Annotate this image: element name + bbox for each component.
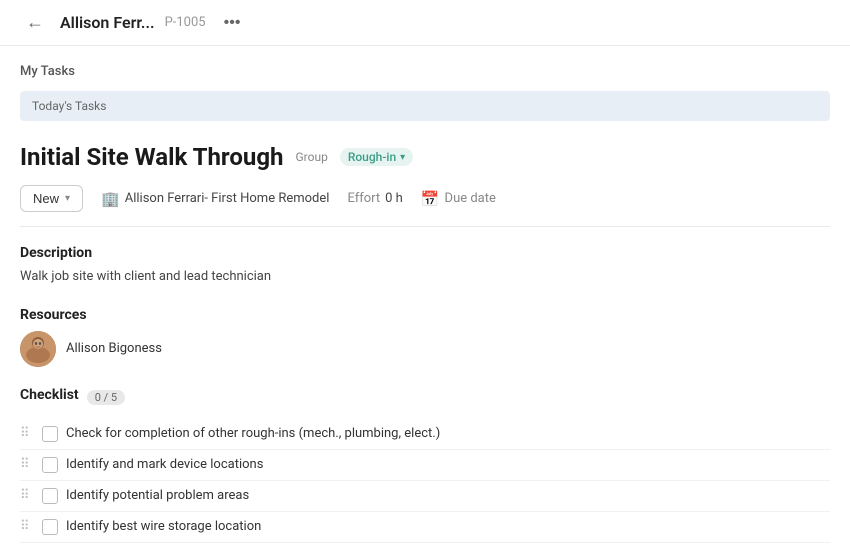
checklist-item: ⠿ Check for completion of other rough-ins… <box>20 419 830 450</box>
today-tasks-bar[interactable]: Today's Tasks <box>20 91 830 121</box>
drag-handle-icon[interactable]: ⠿ <box>20 426 34 441</box>
nav-title: Allison Ferr... <box>60 13 155 32</box>
effort-label: Effort <box>347 191 380 206</box>
task-title: Initial Site Walk Through <box>20 143 283 171</box>
drag-handle-icon[interactable]: ⠿ <box>20 488 34 503</box>
status-button[interactable]: New ▾ <box>20 185 83 212</box>
top-nav: ← Allison Ferr... P-1005 ••• <box>0 0 850 46</box>
resources-title: Resources <box>20 307 830 323</box>
group-tag-text: Rough-in <box>348 150 396 164</box>
checklist-count: 0 / 5 <box>87 390 125 405</box>
effort-value: 0 h <box>385 191 403 206</box>
drag-handle-icon[interactable]: ⠿ <box>20 457 34 472</box>
status-dropdown-icon: ▾ <box>65 193 70 204</box>
checklist-checkbox[interactable] <box>42 488 58 504</box>
description-section: Description Walk job site with client an… <box>20 245 830 287</box>
drag-handle-icon[interactable]: ⠿ <box>20 519 34 534</box>
checklist-item: ⠿Layout primary wire paths <box>20 543 830 550</box>
group-tag[interactable]: Rough-in ▾ <box>340 148 413 166</box>
resource-name: Allison Bigoness <box>66 341 162 356</box>
resource-item: Allison Bigoness <box>20 331 830 367</box>
checklist-item-text: Identify best wire storage location <box>66 519 261 534</box>
checklist-item: ⠿ Identify and mark device locations <box>20 450 830 481</box>
checklist-item: ⠿ Identify best wire storage location <box>20 512 830 543</box>
tasks-header: My Tasks <box>0 46 850 85</box>
checklist-section: Checklist 0 / 5 ⠿ Check for completion of… <box>20 387 830 550</box>
due-date-label: Due date <box>445 191 496 206</box>
chevron-down-icon: ▾ <box>400 152 405 163</box>
checklist-item-text: Check for completion of other rough-ins … <box>66 426 440 441</box>
description-title: Description <box>20 245 830 261</box>
resources-section: Resources Allison Bigoness <box>20 307 830 367</box>
checklist-item-text: Identify potential problem areas <box>66 488 249 503</box>
tasks-label: My Tasks <box>20 64 75 79</box>
checklist-checkbox[interactable] <box>42 426 58 442</box>
due-date-meta[interactable]: 📅 Due date <box>421 190 496 208</box>
checklist-item-text: Identify and mark device locations <box>66 457 263 472</box>
group-label: Group <box>295 150 327 164</box>
back-button[interactable]: ← <box>20 10 50 35</box>
checklist-header: Checklist 0 / 5 <box>20 387 830 409</box>
task-meta-row: New ▾ 🏢 Allison Ferrari- First Home Remo… <box>20 185 830 227</box>
more-button[interactable]: ••• <box>218 12 247 34</box>
checklist-title: Checklist <box>20 387 79 403</box>
task-title-row: Initial Site Walk Through Group Rough-in… <box>20 143 830 171</box>
status-label: New <box>33 191 59 206</box>
assignee-meta: 🏢 Allison Ferrari- First Home Remodel <box>101 190 329 208</box>
project-id: P-1005 <box>165 15 206 30</box>
calendar-icon: 📅 <box>421 190 440 208</box>
checklist-checkbox[interactable] <box>42 457 58 473</box>
checklist-item: ⠿ Identify potential problem areas <box>20 481 830 512</box>
assignee-text: Allison Ferrari- First Home Remodel <box>125 191 330 206</box>
checklist-list: ⠿ Check for completion of other rough-ins… <box>20 419 830 550</box>
effort-meta: Effort 0 h <box>347 191 402 206</box>
checklist-checkbox[interactable] <box>42 519 58 535</box>
avatar-svg <box>20 331 56 367</box>
main-content: Initial Site Walk Through Group Rough-in… <box>0 127 850 550</box>
avatar <box>20 331 56 367</box>
building-icon: 🏢 <box>101 190 120 208</box>
description-text: Walk job site with client and lead techn… <box>20 267 830 287</box>
